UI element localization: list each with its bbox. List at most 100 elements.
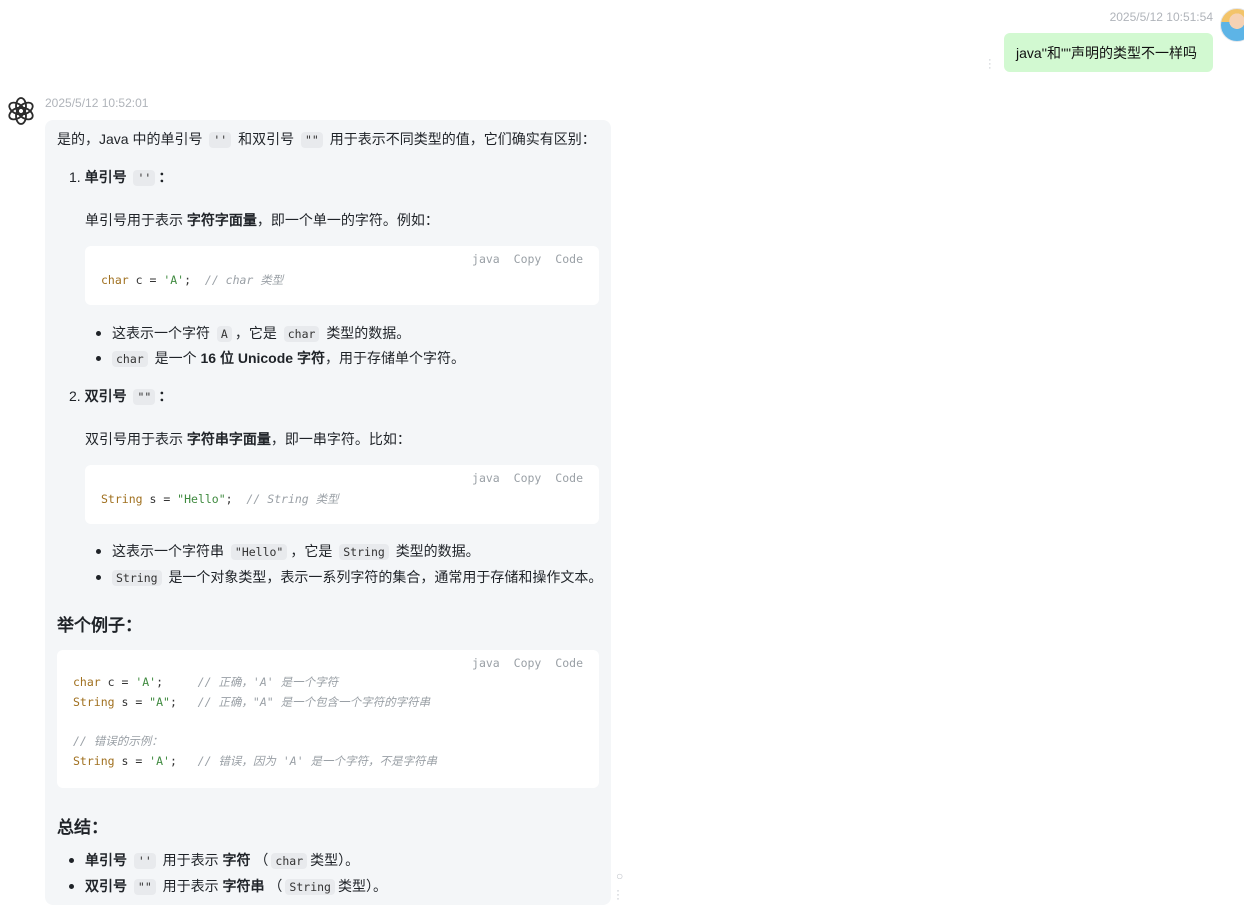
section-2-description: 双引号用于表示 字符串字面量，即一串字符。比如：	[85, 429, 411, 449]
bullet-text: 是一个	[154, 350, 197, 366]
regenerate-icon[interactable]: ○	[616, 870, 623, 882]
desc-text: 单引号用于表示	[85, 212, 183, 228]
bullet-text: ，用于存储单个字符。	[324, 350, 465, 366]
inline-code: "Hello"	[230, 544, 288, 560]
bullet-text: 类型的数据。	[395, 543, 480, 559]
code-text: s =	[114, 695, 150, 709]
code-block-header: java Copy Code	[465, 471, 583, 485]
list-item: 这表示一个字符 A ，它是 char 类型的数据。	[95, 323, 411, 344]
list-item: 单引号 '' 用于表示 字符 （char 类型）。	[68, 850, 359, 871]
assistant-message-timestamp: 2025/5/12 10:52:01	[45, 96, 149, 110]
inline-code: A	[216, 326, 232, 342]
user-message-more-icon[interactable]: · · ·	[988, 55, 992, 74]
bullet-text: 用于表示	[162, 852, 219, 868]
assistant-message-bubble: 是的，Java 中的单引号 '' 和双引号 "" 用于表示不同类型的值，它们确实…	[45, 120, 611, 905]
list-number: 2.	[69, 388, 81, 404]
code-keyword: String	[73, 695, 115, 709]
bullet-text: 类型的数据。	[326, 325, 411, 341]
code-text: ;	[169, 754, 198, 768]
code-comment: // 错误，因为 'A' 是一个字符，不是字符串	[197, 754, 438, 768]
inline-code: ''	[209, 132, 232, 148]
desc-text: ，即一个单一的字符。例如：	[256, 212, 439, 228]
assistant-logo-icon	[8, 97, 34, 125]
bullet-text: ，它是	[234, 325, 277, 341]
copy-code-button[interactable]: Copy	[514, 656, 542, 670]
code-text: s =	[142, 492, 178, 506]
intro-paragraph: 是的，Java 中的单引号 '' 和双引号 "" 用于表示不同类型的值，它们确实…	[57, 129, 596, 150]
inline-code: char	[112, 351, 148, 367]
section-1-title: 1. 单引号 ''：	[69, 167, 172, 188]
desc-text: ，即一串字符。比如：	[270, 431, 411, 447]
code-line: // 错误的示例：	[73, 733, 163, 749]
bullet-text: 是一个对象类型，表示一系列字符的集合，通常用于存储和操作文本。	[168, 569, 603, 585]
summary-heading: 总结：	[57, 818, 108, 837]
inline-code: ''	[133, 170, 156, 186]
section-title-text: 单引号	[84, 169, 127, 185]
copy-code-button[interactable]: Copy	[514, 471, 542, 485]
code-comment: // char 类型	[204, 273, 284, 287]
bullet-bold: 字符串	[222, 878, 265, 894]
intro-text-a: 是的，Java 中的单引号	[57, 131, 203, 147]
code-block: java Copy Code char c = 'A'; // char 类型	[85, 246, 599, 305]
user-avatar[interactable]	[1220, 8, 1244, 42]
desc-text: 双引号用于表示	[85, 431, 183, 447]
code-block: java Copy Code String s = "Hello"; // St…	[85, 465, 599, 524]
user-message-bubble: java''和""声明的类型不一样吗	[1004, 33, 1213, 72]
section-2-title: 2. 双引号 ""：	[69, 386, 172, 407]
bullet-text: 这表示一个字符串	[112, 543, 224, 559]
bullet-text: （	[254, 852, 269, 868]
code-block-header: java Copy Code	[465, 656, 583, 670]
bullet-bold: 16 位 Unicode 字符	[200, 350, 325, 366]
code-keyword: String	[73, 754, 115, 768]
bullet-text: （	[268, 878, 283, 894]
more-options-icon[interactable]: · · ·	[616, 884, 623, 904]
bullet-text: ，它是	[290, 543, 333, 559]
inline-code: String	[112, 570, 162, 586]
code-button[interactable]: Code	[555, 471, 583, 485]
example-heading: 举个例子：	[57, 616, 142, 635]
code-block: java Copy Code char c = 'A'; // 正确，'A' 是…	[57, 650, 599, 788]
bullet-text: 用于表示	[162, 878, 219, 894]
code-text: c =	[128, 273, 164, 287]
user-message-text: java''和""声明的类型不一样吗	[1016, 45, 1197, 61]
code-keyword: char	[73, 675, 101, 689]
intro-text-c: 用于表示不同类型的值，它们确实有区别：	[329, 131, 596, 147]
bullet-text: 这表示一个字符	[112, 325, 210, 341]
colon: ：	[158, 169, 173, 185]
desc-bold: 字符串字面量	[186, 431, 271, 447]
list-number: 1.	[69, 169, 81, 185]
code-string: "A"	[149, 695, 170, 709]
code-line: String s = "A"; // 正确，"A" 是一个包含一个字符的字符串	[73, 694, 430, 710]
list-item: 这表示一个字符串 "Hello" ，它是 String 类型的数据。	[96, 541, 480, 562]
inline-code: ''	[133, 853, 156, 869]
code-keyword: String	[101, 492, 143, 506]
code-language-label: java	[472, 656, 500, 670]
intro-text-b: 和双引号	[238, 131, 295, 147]
inline-code: String	[339, 544, 389, 560]
code-button[interactable]: Code	[555, 252, 583, 266]
code-string: 'A'	[135, 675, 157, 689]
code-line: char c = 'A'; // char 类型	[101, 272, 283, 288]
desc-bold: 字符字面量	[186, 212, 257, 228]
code-text: ;	[225, 492, 247, 506]
colon: ：	[158, 388, 173, 404]
code-button[interactable]: Code	[555, 656, 583, 670]
section-title-text: 双引号	[84, 388, 127, 404]
code-text: c =	[100, 675, 136, 689]
code-comment: // 正确，'A' 是一个字符	[197, 675, 339, 689]
bullet-text: 类型）。	[337, 878, 387, 894]
copy-code-button[interactable]: Copy	[514, 252, 542, 266]
code-line: String s = 'A'; // 错误，因为 'A' 是一个字符，不是字符串	[73, 753, 437, 769]
code-language-label: java	[472, 252, 500, 266]
inline-code: String	[285, 879, 335, 895]
code-line: char c = 'A'; // 正确，'A' 是一个字符	[73, 674, 338, 690]
code-text: ;	[156, 675, 198, 689]
assistant-message-actions: ○ · · ·	[616, 870, 623, 904]
list-item: 双引号 "" 用于表示 字符串 （String 类型）。	[69, 876, 387, 897]
code-comment: // String 类型	[246, 492, 339, 506]
code-comment: // 错误的示例：	[73, 734, 163, 748]
list-item: String 是一个对象类型，表示一系列字符的集合，通常用于存储和操作文本。	[95, 567, 603, 588]
code-line: String s = "Hello"; // String 类型	[101, 491, 339, 507]
code-comment: // 正确，"A" 是一个包含一个字符的字符串	[197, 695, 431, 709]
code-text: ;	[169, 695, 198, 709]
